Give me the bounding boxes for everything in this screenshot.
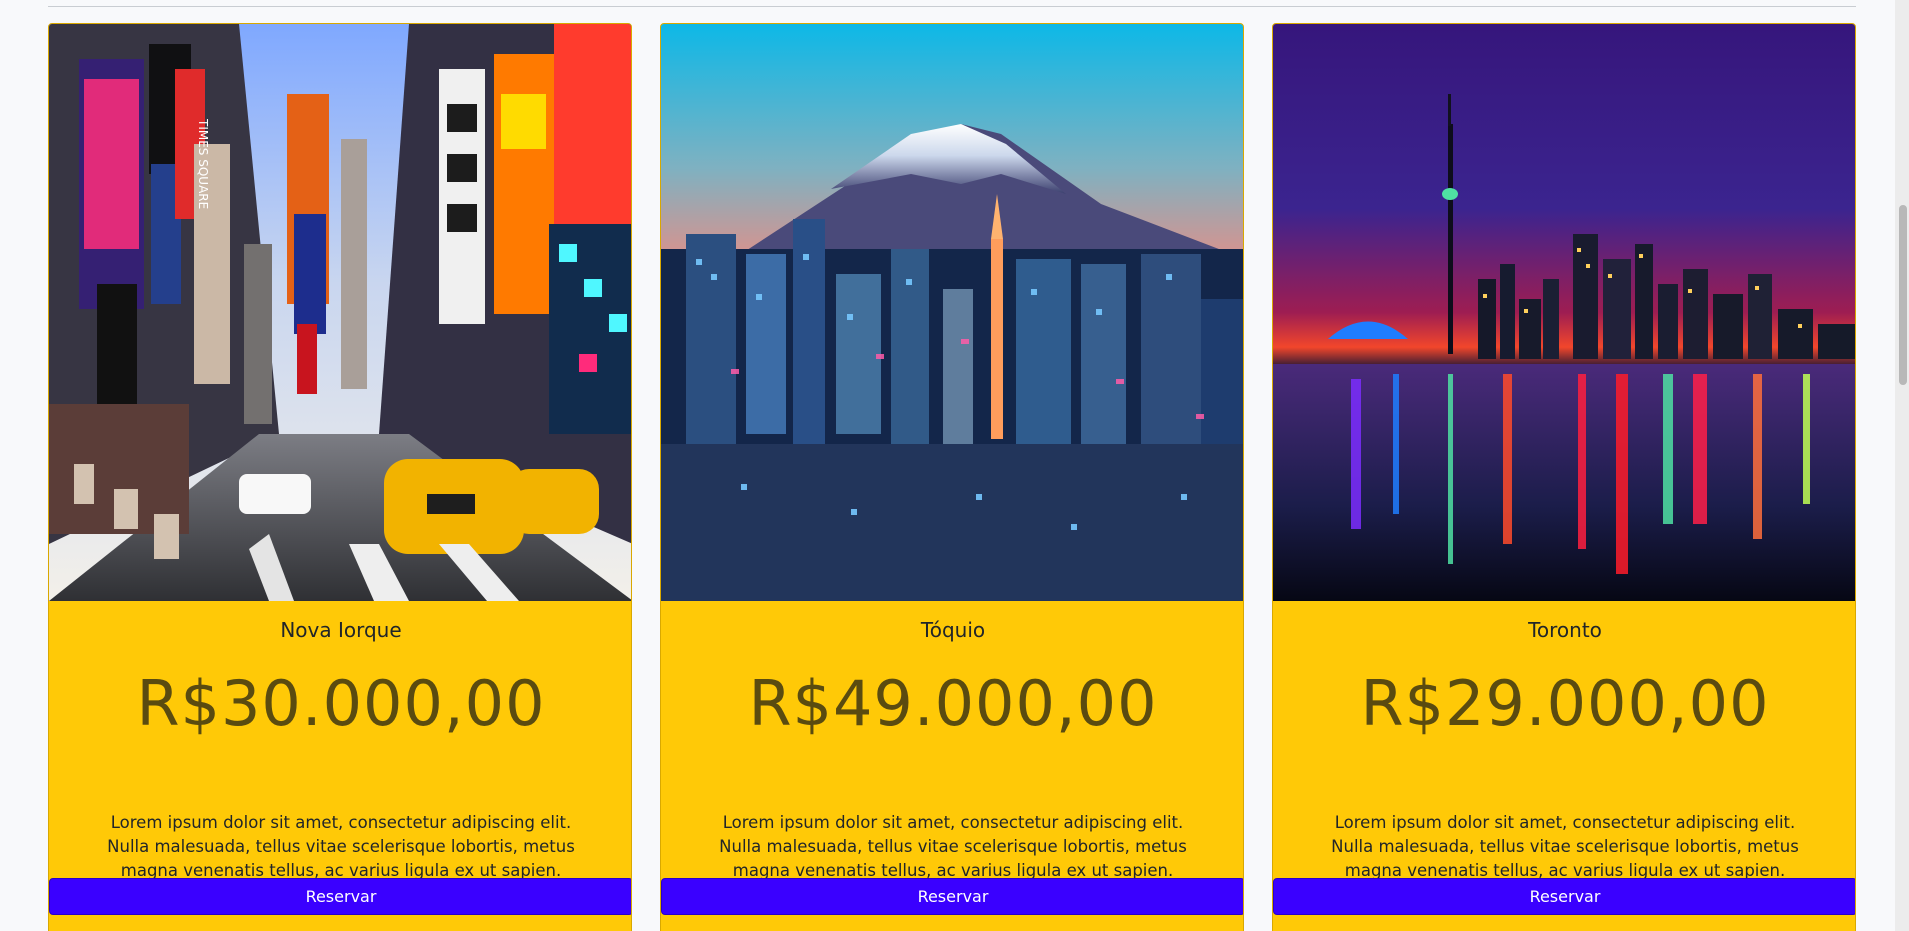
card-description: Lorem ipsum dolor sit amet, consectetur … xyxy=(107,813,575,880)
destination-cards-page: TIMES SQUARE Nova Iorque R$30.000,00 Lor… xyxy=(0,0,1909,931)
vertical-scrollbar[interactable] xyxy=(1895,0,1909,931)
destination-card-nova-iorque: TIMES SQUARE Nova Iorque R$30.000,00 Lor… xyxy=(48,23,632,931)
card-price: R$30.000,00 xyxy=(136,667,546,740)
destination-card-list: TIMES SQUARE Nova Iorque R$30.000,00 Lor… xyxy=(48,23,1856,931)
reserve-button-nova-iorque[interactable]: Reservar xyxy=(49,878,631,915)
toquio-image xyxy=(661,24,1243,601)
toronto-image xyxy=(1273,24,1855,601)
card-title: Nova Iorque xyxy=(280,618,402,642)
destination-card-toquio: Tóquio R$49.000,00 Lorem ipsum dolor sit… xyxy=(660,23,1244,931)
card-price: R$29.000,00 xyxy=(1360,667,1770,740)
nova-iorque-image: TIMES SQUARE xyxy=(49,24,631,601)
card-description: Lorem ipsum dolor sit amet, consectetur … xyxy=(1331,813,1799,880)
card-description: Lorem ipsum dolor sit amet, consectetur … xyxy=(719,813,1187,880)
destination-card-toronto: Toronto R$29.000,00 Lorem ipsum dolor si… xyxy=(1272,23,1856,931)
reserve-button-toquio[interactable]: Reservar xyxy=(661,878,1243,915)
card-title: Tóquio xyxy=(920,618,986,642)
svg-text:TIMES SQUARE: TIMES SQUARE xyxy=(196,118,210,209)
reserve-button-toronto[interactable]: Reservar xyxy=(1273,878,1855,915)
card-price: R$49.000,00 xyxy=(748,667,1158,740)
scrollbar-thumb[interactable] xyxy=(1899,205,1907,385)
card-title: Toronto xyxy=(1528,618,1602,642)
top-divider xyxy=(48,6,1856,7)
